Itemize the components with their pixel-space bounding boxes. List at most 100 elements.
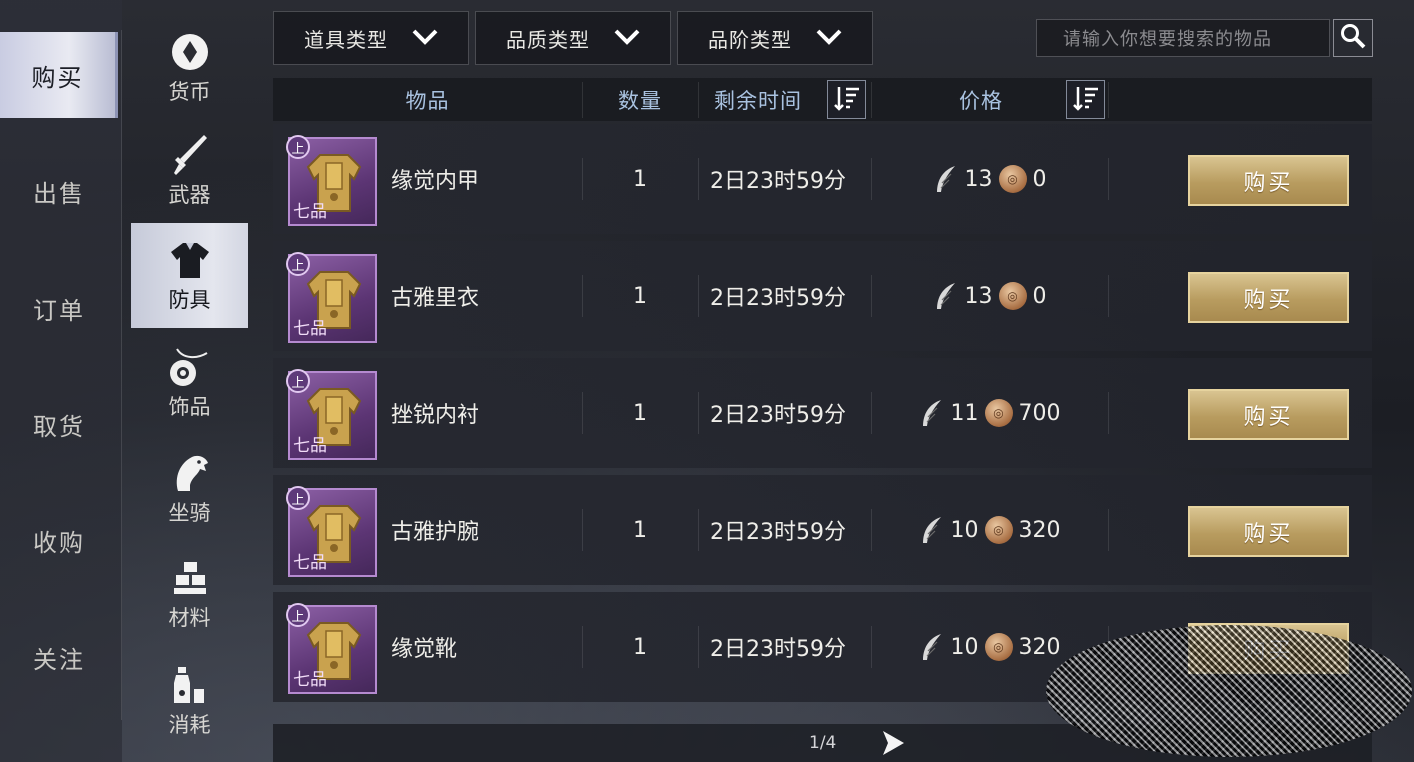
price-feather-value: 13 (964, 166, 993, 192)
buy-button[interactable]: 购买 (1188, 506, 1349, 557)
sort-price-button[interactable] (1066, 80, 1105, 119)
item-name: 挫锐内衬 (391, 403, 480, 428)
chevron-down-icon (412, 26, 438, 50)
category-label: 货币 (168, 79, 211, 104)
item-quantity: 1 (633, 517, 647, 543)
category-nav: 货币 武器 防具 饰品 坐骑 材料 消耗 (131, 0, 248, 762)
item-quantity: 1 (633, 634, 647, 660)
item-price: 13 ◎ 0 (871, 241, 1108, 351)
sort-time-button[interactable] (827, 80, 866, 119)
category-consumable[interactable]: 消耗 (131, 648, 248, 753)
nav-orders[interactable]: 订单 (0, 265, 118, 351)
coin-currency-icon: ◎ (984, 516, 1013, 544)
grade-bottom-label: 七品 (293, 319, 327, 339)
price-coin-value: 0 (1032, 283, 1047, 309)
chevron-down-icon (614, 26, 640, 50)
item-time-left: 2日23时59分 (710, 403, 846, 428)
header-price: 价格 (959, 88, 1003, 113)
item-quantity: 1 (633, 400, 647, 426)
quality-type-dropdown[interactable]: 品质类型 (475, 11, 671, 65)
sort-icon (1072, 84, 1100, 116)
feather-currency-icon (919, 398, 945, 428)
item-thumbnail[interactable]: 上 七品 (286, 252, 377, 343)
feather-currency-icon (933, 164, 959, 194)
price-feather-value: 13 (964, 283, 993, 309)
coin-currency-icon: ◎ (984, 399, 1013, 427)
search-button[interactable] (1333, 19, 1373, 57)
item-thumbnail[interactable]: 上 七品 (286, 369, 377, 460)
armor-icon (167, 238, 213, 282)
table-row: 上 七品 挫锐内衬 1 2日23时59分 11 ◎ 700 购买 (273, 358, 1372, 468)
main-nav: 购买 出售 订单 取货 收购 关注 (0, 0, 122, 762)
header-item: 物品 (405, 88, 450, 113)
grade-bottom-label: 七品 (293, 202, 327, 222)
category-label: 饰品 (168, 394, 211, 419)
category-label: 防具 (168, 287, 211, 312)
category-ornament[interactable]: 饰品 (131, 330, 248, 435)
table-header: 物品 数量 剩余时间 价格 (273, 78, 1372, 121)
grade-bottom-label: 七品 (293, 553, 327, 573)
buy-button[interactable]: 购买 (1188, 389, 1349, 440)
item-time-left: 2日23时59分 (710, 520, 846, 545)
table-row: 上 七品 古雅里衣 1 2日23时59分 13 ◎ 0 购买 (273, 241, 1372, 351)
buy-button[interactable]: 购买 (1188, 155, 1349, 206)
category-label: 材料 (168, 605, 211, 630)
price-feather-value: 10 (950, 634, 979, 660)
nav-divider (121, 30, 122, 720)
horse-icon (167, 451, 213, 495)
header-quantity: 数量 (618, 88, 662, 113)
category-label: 坐骑 (168, 500, 211, 525)
category-material[interactable]: 材料 (131, 541, 248, 646)
category-currency[interactable]: 货币 (131, 15, 248, 120)
price-coin-value: 320 (1018, 634, 1061, 660)
nav-purchase[interactable]: 收购 (0, 497, 118, 583)
item-thumbnail[interactable]: 上 七品 (286, 486, 377, 577)
item-time-left: 2日23时59分 (710, 286, 846, 311)
item-name: 缘觉内甲 (391, 169, 480, 194)
nav-watchlist[interactable]: 关注 (0, 614, 118, 700)
item-thumbnail[interactable]: 上 七品 (286, 135, 377, 226)
grade-bottom-label: 七品 (293, 670, 327, 690)
nav-buy[interactable]: 购买 (0, 32, 118, 118)
search-input[interactable]: 请输入你想要搜索的物品 (1036, 19, 1330, 57)
next-page-arrow-icon[interactable] (880, 729, 906, 757)
grade-top-badge: 上 (286, 252, 310, 276)
dropdown-label: 道具类型 (304, 27, 388, 52)
price-coin-value: 0 (1032, 166, 1047, 192)
sort-icon (833, 84, 861, 116)
dropdown-label: 品质类型 (506, 27, 590, 52)
price-coin-value: 320 (1018, 517, 1061, 543)
feather-currency-icon (933, 281, 959, 311)
category-weapon[interactable]: 武器 (131, 118, 248, 223)
grade-bottom-label: 七品 (293, 436, 327, 456)
category-mount[interactable]: 坐骑 (131, 436, 248, 541)
price-coin-value: 700 (1018, 400, 1061, 426)
category-armor[interactable]: 防具 (131, 223, 248, 328)
material-icon (167, 556, 213, 600)
table-row: 上 七品 古雅护腕 1 2日23时59分 10 ◎ 320 购买 (273, 475, 1372, 585)
page-indicator: 1/4 (809, 733, 837, 753)
item-time-left: 2日23时59分 (710, 637, 846, 662)
nav-pickup[interactable]: 取货 (0, 381, 118, 467)
search-icon (1339, 22, 1367, 54)
coin-currency-icon: ◎ (998, 165, 1027, 193)
price-feather-value: 10 (950, 517, 979, 543)
grade-top-badge: 上 (286, 369, 310, 393)
feather-currency-icon (919, 632, 945, 662)
table-row: 上 七品 缘觉内甲 1 2日23时59分 13 ◎ 0 购买 (273, 124, 1372, 234)
item-type-dropdown[interactable]: 道具类型 (273, 11, 469, 65)
chevron-down-icon (816, 26, 842, 50)
item-thumbnail[interactable]: 上 七品 (286, 603, 377, 694)
dropdown-label: 品阶类型 (708, 27, 792, 52)
item-name: 古雅里衣 (391, 286, 480, 311)
buy-button[interactable]: 购买 (1188, 272, 1349, 323)
tier-type-dropdown[interactable]: 品阶类型 (677, 11, 873, 65)
header-time-left: 剩余时间 (714, 88, 802, 113)
coin-currency-icon: ◎ (984, 633, 1013, 661)
nav-sell[interactable]: 出售 (0, 148, 118, 234)
category-label: 武器 (168, 182, 211, 207)
item-price: 13 ◎ 0 (871, 124, 1108, 234)
noise-overlay (1046, 625, 1412, 757)
ornament-icon (167, 345, 213, 389)
item-quantity: 1 (633, 166, 647, 192)
